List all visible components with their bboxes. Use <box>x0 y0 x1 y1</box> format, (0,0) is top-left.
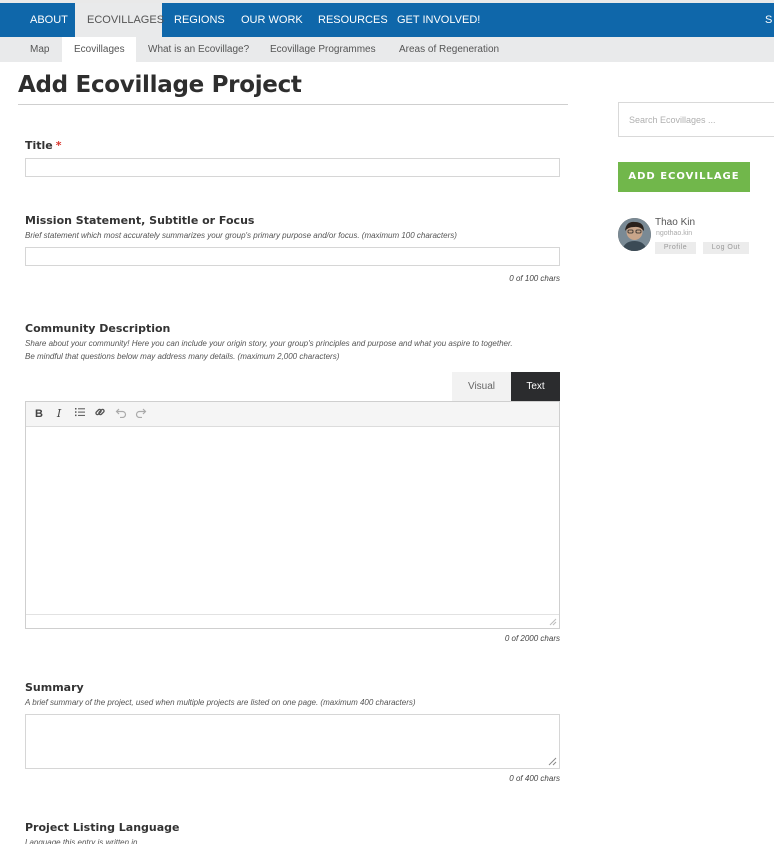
nav-our-work[interactable]: OUR WORK <box>229 3 315 37</box>
description-label: Community Description <box>25 322 171 335</box>
page-title: Add Ecovillage Project <box>18 72 302 98</box>
profile-button[interactable]: Profile <box>655 242 696 254</box>
mission-counter: 0 of 100 chars <box>509 274 560 283</box>
title-divider <box>18 104 568 105</box>
editor-tab-text[interactable]: Text <box>511 372 560 402</box>
resize-grip-icon[interactable] <box>547 756 557 766</box>
mission-help: Brief statement which most accurately su… <box>25 231 457 240</box>
summary-counter: 0 of 400 chars <box>509 774 560 783</box>
required-mark: * <box>55 139 62 152</box>
nav-ecovillages[interactable]: ECOVILLAGES <box>75 3 164 37</box>
description-help-line2: Be mindful that questions below may addr… <box>25 352 340 361</box>
redo-icon[interactable] <box>133 406 149 422</box>
main-nav: ABOUT ECOVILLAGES REGIONS OUR WORK RESOU… <box>0 3 774 37</box>
user-handle: ngothao.kin <box>656 230 693 237</box>
italic-button[interactable]: I <box>51 406 67 422</box>
undo-icon[interactable] <box>113 406 129 422</box>
description-counter: 0 of 2000 chars <box>504 634 560 643</box>
description-help-line1: Share about your community! Here you can… <box>25 339 513 348</box>
mission-label: Mission Statement, Subtitle or Focus <box>25 214 255 227</box>
language-label: Project Listing Language <box>25 821 180 834</box>
avatar[interactable] <box>618 218 651 251</box>
title-label-text: Title <box>25 139 53 152</box>
subnav-areas-of-regeneration[interactable]: Areas of Regeneration <box>387 37 511 62</box>
nav-edge-item[interactable]: S <box>765 3 772 37</box>
editor-statusbar <box>26 614 559 628</box>
subnav-ecovillage-programmes[interactable]: Ecovillage Programmes <box>258 37 388 62</box>
editor-toolbar: B I <box>26 402 559 427</box>
sub-nav: Map Ecovillages What is an Ecovillage? E… <box>0 37 774 62</box>
search-ecovillages-input[interactable] <box>618 102 774 137</box>
bullet-list-icon[interactable] <box>72 406 88 422</box>
summary-label: Summary <box>25 681 84 694</box>
summary-help: A brief summary of the project, used whe… <box>25 698 416 707</box>
description-editor[interactable]: B I <box>25 401 560 629</box>
language-help: Language this entry is written in <box>25 838 138 844</box>
nav-about[interactable]: ABOUT <box>18 3 80 37</box>
add-ecovillage-button[interactable]: ADD ECOVILLAGE <box>618 162 750 192</box>
bold-button[interactable]: B <box>31 406 47 422</box>
resize-grip-icon[interactable] <box>549 618 557 626</box>
nav-get-involved[interactable]: GET INVOLVED! <box>385 3 492 37</box>
subnav-map[interactable]: Map <box>18 37 61 62</box>
mission-input[interactable] <box>25 247 560 266</box>
title-label: Title * <box>25 139 62 152</box>
link-icon[interactable] <box>92 406 108 422</box>
editor-tab-visual[interactable]: Visual <box>452 372 511 402</box>
nav-regions[interactable]: REGIONS <box>162 3 237 37</box>
subnav-what-is-ecovillage[interactable]: What is an Ecovillage? <box>136 37 261 62</box>
summary-textarea[interactable] <box>25 714 560 769</box>
title-input[interactable] <box>25 158 560 177</box>
user-name: Thao Kin <box>655 217 696 228</box>
subnav-ecovillages[interactable]: Ecovillages <box>62 37 136 62</box>
logout-button[interactable]: Log Out <box>703 242 749 254</box>
